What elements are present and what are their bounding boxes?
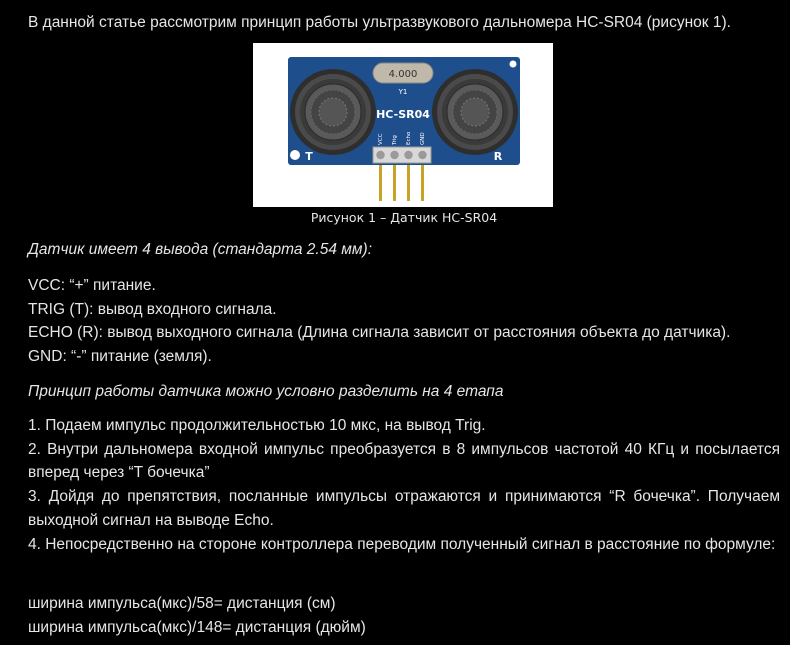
step-2: 2. Внутри дальномера входной импульс пре… [28, 440, 780, 482]
principle-intro: Принцип работы датчика можно условно раз… [28, 383, 504, 400]
pins-intro: Датчик имеет 4 вывода (стандарта 2.54 мм… [28, 241, 372, 258]
figure-hc-sr04: 4.000 Y1 HC-SR04 T R VCC Trig Echo GND [253, 43, 553, 207]
pin-label-echo: Echo [406, 131, 412, 145]
figure-caption: Рисунок 1 – Датчик HC-SR04 [310, 210, 498, 225]
step-3: 3. Дойдя до препятствия, посланные импул… [28, 488, 780, 529]
pin-description-echo: ECHO (R): вывод выходного сигнала (Длина… [28, 324, 731, 342]
transmitter-transducer [290, 69, 376, 155]
board-label: HC-SR04 [376, 108, 430, 121]
receiver-transducer [432, 69, 518, 155]
receiver-label: R [494, 150, 503, 163]
step-1: 1. Подаем импульс продолжительностью 10 … [28, 417, 486, 434]
formulas: ширина импульса(мкс)/58= дистанция (см) … [28, 592, 780, 639]
pin-label-vcc: VCC [378, 133, 384, 145]
crystal-ref: Y1 [398, 88, 408, 96]
transmitter-label: T [305, 150, 313, 163]
pin-label-trig: Trig [392, 135, 398, 146]
pins-list: VCC: “+” питание. TRIG (T): вывод входно… [28, 274, 780, 369]
formula-cm: ширина импульса(мкс)/58= дистанция (см) [28, 595, 336, 612]
pin-description-vcc: VCC: “+” питание. [28, 277, 156, 294]
crystal-label: 4.000 [389, 69, 418, 80]
pin-description-gnd: GND: “-” питание (земля). [28, 348, 212, 366]
pin-description-trig: TRIG (T): вывод входного сигнала. [28, 300, 277, 318]
step-4: 4. Непосредственно на стороне контроллер… [28, 535, 776, 553]
pin-label-gnd: GND [420, 132, 426, 145]
intro-paragraph: В данной статье рассмотрим принцип работ… [28, 14, 731, 31]
hc-sr04-sensor-image: 4.000 Y1 HC-SR04 T R VCC Trig Echo GND [288, 57, 520, 201]
steps-list: 1. Подаем импульс продолжительностью 10 … [28, 414, 780, 556]
formula-inch: ширина импульса(мкс)/148= дистанция (дюй… [28, 618, 366, 636]
